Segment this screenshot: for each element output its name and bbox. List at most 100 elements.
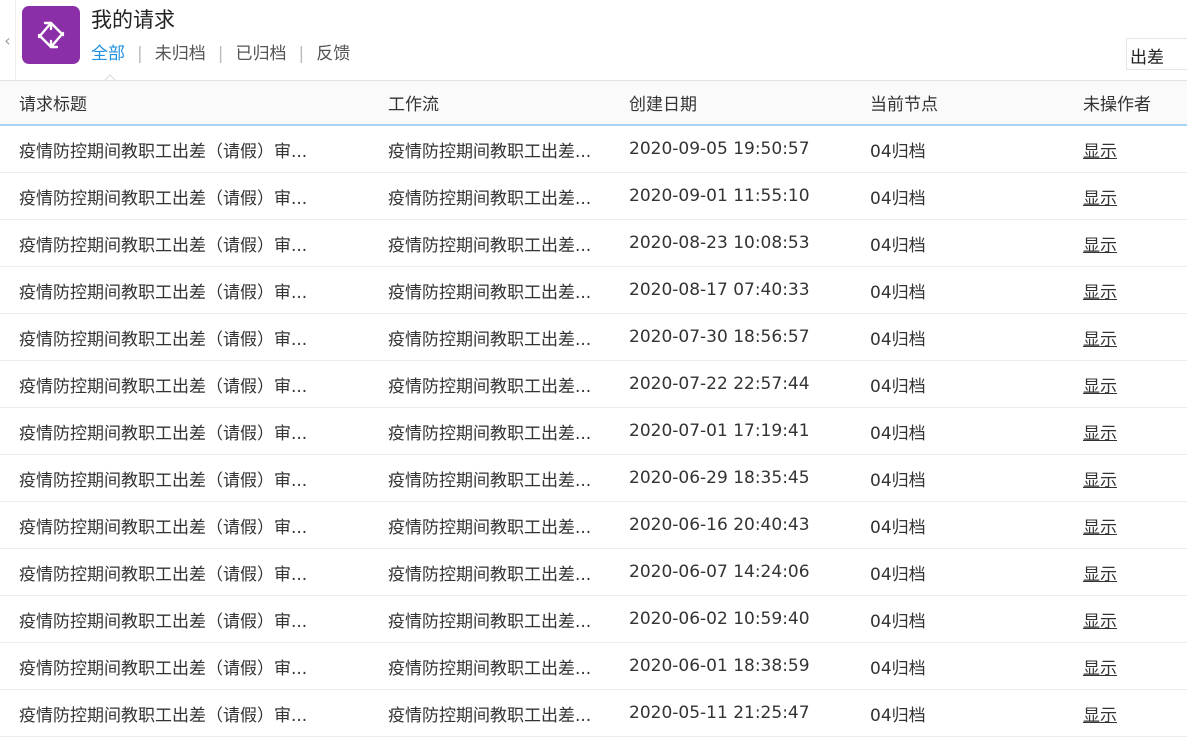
workflow-cell: 疫情防控期间教职工出差... xyxy=(388,282,592,303)
request-title-cell[interactable]: 疫情防控期间教职工出差（请假）审... xyxy=(19,314,349,360)
current-node-cell: 04归档 xyxy=(870,141,926,162)
table-row[interactable]: 疫情防控期间教职工出差（请假）审... 疫情防控期间教职工出差... 2020-08… xyxy=(0,267,1187,314)
table-row[interactable]: 疫情防控期间教职工出差（请假）审... 疫情防控期间教职工出差... 2020-07… xyxy=(0,314,1187,361)
created-date-cell: 2020-09-01 11:55:10 xyxy=(629,186,810,206)
request-title-cell[interactable]: 疫情防控期间教职工出差（请假）审... xyxy=(19,455,349,501)
table-row[interactable]: 疫情防控期间教职工出差（请假）审... 疫情防控期间教职工出差... 2020-06… xyxy=(0,455,1187,502)
workflow-cell: 疫情防控期间教职工出差... xyxy=(388,611,592,632)
table-row[interactable]: 疫情防控期间教职工出差（请假）审... 疫情防控期间教职工出差... 2020-06… xyxy=(0,549,1187,596)
request-title-cell[interactable]: 疫情防控期间教职工出差（请假）审... xyxy=(19,502,349,548)
tab-separator: | xyxy=(298,44,305,64)
table-row[interactable]: 疫情防控期间教职工出差（请假）审... 疫情防控期间教职工出差... 2020-05… xyxy=(0,690,1187,737)
table-header: 请求标题 工作流 创建日期 当前节点 未操作者 xyxy=(0,80,1187,126)
show-link[interactable]: 显示 xyxy=(1083,466,1117,491)
workflow-cell: 疫情防控期间教职工出差... xyxy=(388,141,592,162)
show-operator-link[interactable]: 显示 xyxy=(1083,502,1183,548)
show-operator-link[interactable]: 显示 xyxy=(1083,314,1183,360)
created-date-cell: 2020-07-30 18:56:57 xyxy=(629,327,810,347)
request-title-cell[interactable]: 疫情防控期间教职工出差（请假）审... xyxy=(19,643,349,689)
table-row[interactable]: 疫情防控期间教职工出差（请假）审... 疫情防控期间教职工出差... 2020-08… xyxy=(0,220,1187,267)
current-node-cell: 04归档 xyxy=(870,658,926,679)
request-title-cell[interactable]: 疫情防控期间教职工出差（请假）审... xyxy=(19,690,349,736)
workflow-cell: 疫情防控期间教职工出差... xyxy=(388,188,592,209)
table-row[interactable]: 疫情防控期间教职工出差（请假）审... 疫情防控期间教职工出差... 2020-07… xyxy=(0,408,1187,455)
column-header-title[interactable]: 请求标题 xyxy=(19,81,349,124)
request-title-cell[interactable]: 疫情防控期间教职工出差（请假）审... xyxy=(19,361,349,407)
show-link[interactable]: 显示 xyxy=(1083,278,1117,303)
tab-feedback[interactable]: 反馈 xyxy=(316,42,350,66)
request-title-cell[interactable]: 疫情防控期间教职工出差（请假）审... xyxy=(19,173,349,219)
table-row[interactable]: 疫情防控期间教职工出差（请假）审... 疫情防控期间教职工出差... 2020-06… xyxy=(0,596,1187,643)
workflow-cell: 疫情防控期间教职工出差... xyxy=(388,235,592,256)
table-row[interactable]: 疫情防控期间教职工出差（请假）审... 疫情防控期间教职工出差... 2020-06… xyxy=(0,643,1187,690)
column-header-pending-operator[interactable]: 未操作者 xyxy=(1083,81,1183,124)
workflow-cell: 疫情防控期间教职工出差... xyxy=(388,658,592,679)
show-link[interactable]: 显示 xyxy=(1083,513,1117,538)
show-operator-link[interactable]: 显示 xyxy=(1083,220,1183,266)
table-row[interactable]: 疫情防控期间教职工出差（请假）审... 疫情防控期间教职工出差... 2020-06… xyxy=(0,502,1187,549)
column-header-workflow[interactable]: 工作流 xyxy=(388,81,613,124)
current-node-cell: 04归档 xyxy=(870,611,926,632)
tab-all[interactable]: 全部 xyxy=(91,42,125,66)
show-link[interactable]: 显示 xyxy=(1083,701,1117,726)
show-operator-link[interactable]: 显示 xyxy=(1083,126,1183,172)
show-link[interactable]: 显示 xyxy=(1083,419,1117,444)
show-operator-link[interactable]: 显示 xyxy=(1083,173,1183,219)
current-node-cell: 04归档 xyxy=(870,517,926,538)
created-date-cell: 2020-06-29 18:35:45 xyxy=(629,468,810,488)
search-input[interactable]: 出差 xyxy=(1126,38,1187,70)
show-operator-link[interactable]: 显示 xyxy=(1083,267,1183,313)
current-node-cell: 04归档 xyxy=(870,470,926,491)
created-date-cell: 2020-06-02 10:59:40 xyxy=(629,609,810,629)
show-link[interactable]: 显示 xyxy=(1083,325,1117,350)
workflow-cell: 疫情防控期间教职工出差... xyxy=(388,470,592,491)
created-date-cell: 2020-07-01 17:19:41 xyxy=(629,421,810,441)
current-node-cell: 04归档 xyxy=(870,564,926,585)
request-title-cell[interactable]: 疫情防控期间教职工出差（请假）审... xyxy=(19,408,349,454)
workflow-cell: 疫情防控期间教职工出差... xyxy=(388,376,592,397)
table-body: 疫情防控期间教职工出差（请假）审... 疫情防控期间教职工出差... 2020-09… xyxy=(0,126,1187,737)
current-node-cell: 04归档 xyxy=(870,376,926,397)
tab-archived[interactable]: 已归档 xyxy=(235,42,286,66)
show-link[interactable]: 显示 xyxy=(1083,560,1117,585)
request-title-cell[interactable]: 疫情防控期间教职工出差（请假）审... xyxy=(19,220,349,266)
created-date-cell: 2020-08-23 10:08:53 xyxy=(629,233,810,253)
show-operator-link[interactable]: 显示 xyxy=(1083,643,1183,689)
workflow-cell: 疫情防控期间教职工出差... xyxy=(388,564,592,585)
show-link[interactable]: 显示 xyxy=(1083,372,1117,397)
current-node-cell: 04归档 xyxy=(870,235,926,256)
show-link[interactable]: 显示 xyxy=(1083,607,1117,632)
column-header-created-date[interactable]: 创建日期 xyxy=(629,81,859,124)
current-node-cell: 04归档 xyxy=(870,329,926,350)
workflow-exchange-icon xyxy=(37,21,65,49)
show-link[interactable]: 显示 xyxy=(1083,654,1117,679)
show-link[interactable]: 显示 xyxy=(1083,184,1117,209)
request-title-cell[interactable]: 疫情防控期间教职工出差（请假）审... xyxy=(19,126,349,172)
request-title-cell[interactable]: 疫情防控期间教职工出差（请假）审... xyxy=(19,267,349,313)
filter-tabs: 全部 | 未归档 | 已归档 | 反馈 xyxy=(91,42,350,66)
show-link[interactable]: 显示 xyxy=(1083,137,1117,162)
page-title: 我的请求 xyxy=(91,8,175,32)
created-date-cell: 2020-07-22 22:57:44 xyxy=(629,374,810,394)
request-title-cell[interactable]: 疫情防控期间教职工出差（请假）审... xyxy=(19,596,349,642)
request-title-cell[interactable]: 疫情防控期间教职工出差（请假）审... xyxy=(19,549,349,595)
table-row[interactable]: 疫情防控期间教职工出差（请假）审... 疫情防控期间教职工出差... 2020-07… xyxy=(0,361,1187,408)
show-link[interactable]: 显示 xyxy=(1083,231,1117,256)
table-row[interactable]: 疫情防控期间教职工出差（请假）审... 疫情防控期间教职工出差... 2020-09… xyxy=(0,173,1187,220)
current-node-cell: 04归档 xyxy=(870,282,926,303)
app-logo xyxy=(22,6,80,64)
column-header-current-node[interactable]: 当前节点 xyxy=(870,81,1050,124)
show-operator-link[interactable]: 显示 xyxy=(1083,361,1183,407)
show-operator-link[interactable]: 显示 xyxy=(1083,455,1183,501)
table-row[interactable]: 疫情防控期间教职工出差（请假）审... 疫情防控期间教职工出差... 2020-09… xyxy=(0,126,1187,173)
workflow-cell: 疫情防控期间教职工出差... xyxy=(388,705,592,726)
tab-unarchived[interactable]: 未归档 xyxy=(155,42,206,66)
tab-separator: | xyxy=(217,44,224,64)
show-operator-link[interactable]: 显示 xyxy=(1083,549,1183,595)
current-node-cell: 04归档 xyxy=(870,705,926,726)
collapse-arrow-icon[interactable]: ‹ xyxy=(0,0,16,80)
show-operator-link[interactable]: 显示 xyxy=(1083,690,1183,736)
created-date-cell: 2020-06-07 14:24:06 xyxy=(629,562,810,582)
show-operator-link[interactable]: 显示 xyxy=(1083,408,1183,454)
show-operator-link[interactable]: 显示 xyxy=(1083,596,1183,642)
